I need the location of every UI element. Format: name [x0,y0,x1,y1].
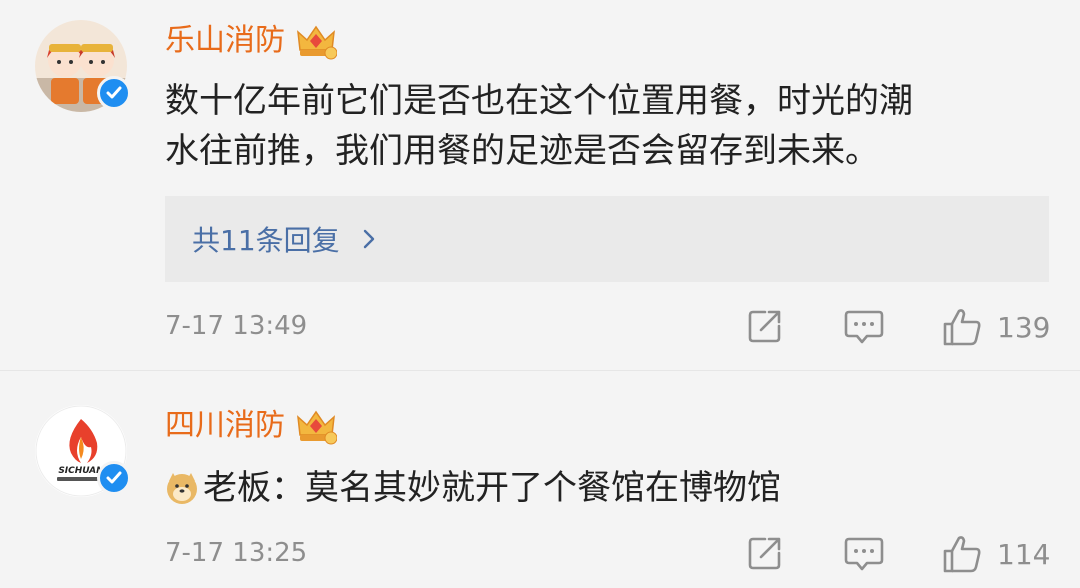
share-icon[interactable] [745,533,785,573]
view-replies-button[interactable]: 共11条回复 [165,196,1049,282]
comment-text: 数十亿年前它们是否也在这个位置用餐，时光的潮 水往前推，我们用餐的足迹是否会留存… [165,76,1045,176]
like-icon [943,309,981,346]
avatar[interactable]: SICHUAN [35,405,131,497]
share-icon[interactable] [745,306,785,346]
verified-icon [97,76,131,110]
timestamp: 7-17 13:25 [165,538,308,568]
name-row: 四川消防 [165,405,337,447]
comment-icon[interactable] [843,533,885,573]
comment-item: SICHUAN 四川消防 老板：莫名其妙就开了个餐馆在博物馆 7-17 13:2… [0,370,1080,588]
like-icon [943,536,981,573]
comment-icon[interactable] [843,306,885,346]
doge-emoji-icon [167,473,197,504]
like-button[interactable]: 139 [941,306,1050,348]
name-row: 乐山消防 [165,20,337,62]
avatar[interactable] [35,20,131,112]
chevron-right-icon [363,229,374,249]
comment-text: 老板：莫名其妙就开了个餐馆在博物馆 [165,463,1045,513]
comment-meta: 7-17 13:25 114 [165,531,1050,575]
comment-text-line: 老板：莫名其妙就开了个餐馆在博物馆 [203,468,781,508]
crown-icon [297,25,337,60]
like-button[interactable]: 114 [941,533,1050,575]
comment-text-line: 水往前推，我们用餐的足迹是否会留存到未来。 [165,131,879,171]
username[interactable]: 乐山消防 [165,21,285,61]
like-count: 114 [997,537,1051,571]
comment-item: 乐山消防 数十亿年前它们是否也在这个位置用餐，时光的潮 水往前推，我们用餐的足迹… [0,0,1080,370]
like-count: 139 [997,310,1051,344]
comment-meta: 7-17 13:49 139 [165,304,1050,348]
crown-icon [297,410,337,445]
replies-label: 共11条回复 [192,224,340,257]
username[interactable]: 四川消防 [165,406,285,446]
verified-icon [97,461,131,495]
comment-text-line: 数十亿年前它们是否也在这个位置用餐，时光的潮 [165,81,913,121]
timestamp: 7-17 13:49 [165,311,308,341]
